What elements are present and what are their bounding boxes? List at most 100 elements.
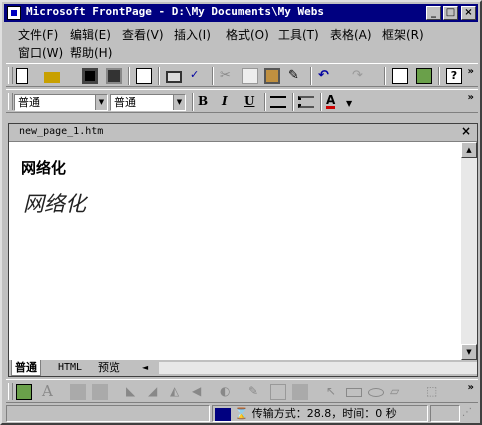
cut-icon[interactable]: ✂ (220, 68, 236, 84)
status-panel (6, 405, 210, 422)
rectangle-icon[interactable] (346, 388, 362, 397)
status-panel (430, 405, 460, 422)
toolbar-more-chevron[interactable]: » (468, 66, 474, 77)
underline-button[interactable]: U (244, 94, 254, 108)
menu-file[interactable]: 文件(F) (18, 26, 58, 43)
formatting-toolbar: 普通 ▼ 普通 ▼ B I U A ▼ » (6, 89, 478, 113)
style-select[interactable]: 普通 ▼ (14, 94, 108, 111)
network-icon (215, 407, 231, 421)
frontpage-app-icon[interactable] (7, 6, 21, 20)
menu-help[interactable]: 帮助(H) (70, 44, 112, 61)
toolbar-grip[interactable] (8, 383, 13, 400)
align-center-icon[interactable] (270, 96, 286, 108)
save-icon[interactable] (82, 68, 98, 84)
open-folder-icon[interactable] (44, 72, 60, 83)
hotspot-icon[interactable]: ⬚ (426, 384, 442, 400)
scroll-up-icon[interactable]: ▲ (461, 142, 477, 158)
copy-icon[interactable] (242, 68, 258, 84)
toolbar-separator (292, 93, 294, 111)
chevron-down-icon[interactable]: ▼ (346, 98, 352, 108)
document-window: new_page_1.htm × 网络化 网络化 ▲ ▼ 普通 HTML 预览 … (8, 123, 478, 377)
document-tab[interactable]: new_page_1.htm (19, 126, 103, 137)
menu-edit[interactable]: 编辑(E) (70, 26, 111, 43)
select-arrow-icon[interactable]: ↖ (326, 384, 342, 400)
thumbnail-icon[interactable] (70, 384, 86, 400)
chevron-down-icon[interactable]: ▼ (173, 95, 185, 110)
black-white-icon[interactable] (292, 384, 308, 400)
flip-horizontal-icon[interactable]: ◭ (170, 384, 186, 400)
close-document-icon[interactable]: × (461, 124, 471, 138)
menu-bar: 文件(F) 编辑(E) 查看(V) 插入(I) 格式(O) 工具(T) 表格(A… (6, 24, 476, 62)
status-bar: ⌛ 传输方式：28.8，时间：0 秒 ⋰ (6, 404, 478, 423)
standard-toolbar: ✓ ✂ ✎ ↶ ↷ ? » (6, 63, 478, 87)
font-select[interactable]: 普通 ▼ (110, 94, 186, 111)
toolbar-separator (192, 93, 194, 111)
toolbar-more-chevron[interactable]: » (468, 92, 474, 103)
toolbar-grip[interactable] (8, 67, 13, 84)
tab-html[interactable]: HTML (55, 360, 85, 375)
insert-component-icon[interactable] (392, 68, 408, 84)
flip-vertical-icon[interactable]: ◀ (192, 384, 208, 400)
heading-text[interactable]: 网络化 (21, 157, 66, 178)
page-editor[interactable]: 网络化 网络化 (9, 142, 461, 360)
menu-tools[interactable]: 工具(T) (278, 26, 319, 43)
chevron-down-icon[interactable]: ▼ (95, 95, 107, 110)
toolbar-separator (158, 67, 160, 85)
tab-preview[interactable]: 预览 (95, 360, 123, 375)
format-painter-icon[interactable]: ✎ (288, 68, 304, 84)
minimize-button[interactable]: _ (426, 6, 441, 20)
publish-icon[interactable] (106, 68, 122, 84)
toolbar-grip[interactable] (8, 93, 13, 110)
resize-grip-icon[interactable]: ⋰ (462, 405, 478, 422)
rotate-right-icon[interactable]: ◢ (148, 384, 164, 400)
tab-normal[interactable]: 普通 (11, 360, 41, 376)
menu-format[interactable]: 格式(O) (226, 26, 269, 43)
maximize-button[interactable]: □ (443, 6, 458, 20)
menu-view[interactable]: 查看(V) (122, 26, 164, 43)
paste-icon[interactable] (264, 68, 280, 84)
help-icon[interactable]: ? (446, 68, 462, 84)
menu-frames[interactable]: 框架(R) (382, 26, 424, 43)
menu-window[interactable]: 窗口(W) (18, 44, 63, 61)
text-icon[interactable]: A (42, 382, 58, 400)
undo-icon[interactable]: ↶ (318, 68, 334, 84)
scroll-down-icon[interactable]: ▼ (461, 344, 477, 360)
insert-picture-icon[interactable] (16, 384, 32, 400)
italic-button[interactable]: I (222, 94, 228, 108)
redo-icon[interactable]: ↷ (352, 68, 368, 84)
toolbar-more-chevron[interactable]: » (468, 382, 474, 393)
bullets-icon[interactable] (298, 96, 314, 108)
vertical-scrollbar[interactable]: ▲ ▼ (461, 142, 477, 360)
folder-list-icon[interactable] (136, 68, 152, 84)
new-page-icon[interactable] (16, 68, 28, 84)
toolbar-separator (212, 67, 214, 85)
crop-icon[interactable]: ✎ (248, 384, 264, 400)
polygon-icon[interactable]: ▱ (390, 384, 406, 400)
horizontal-scrollbar[interactable] (159, 362, 477, 374)
status-panel-transfer: ⌛ 传输方式：28.8，时间：0 秒 (212, 405, 428, 422)
menu-table[interactable]: 表格(A) (330, 26, 372, 43)
print-icon[interactable] (166, 71, 182, 83)
menu-insert[interactable]: 插入(I) (174, 26, 211, 43)
window-title: Microsoft FrontPage - D:\My Documents\My… (26, 5, 325, 18)
set-transparent-icon[interactable] (270, 384, 286, 400)
toolbar-separator (264, 93, 266, 111)
application-window: Microsoft FrontPage - D:\My Documents\My… (0, 0, 482, 425)
spelling-icon[interactable]: ✓ (190, 68, 206, 84)
insert-picture-icon[interactable] (416, 68, 432, 84)
toolbar-separator (320, 93, 322, 111)
italic-text[interactable]: 网络化 (23, 188, 86, 218)
bold-button[interactable]: B (198, 94, 208, 108)
rotate-left-icon[interactable]: ◣ (126, 384, 142, 400)
oval-icon[interactable] (368, 388, 384, 397)
thumbnail-icon[interactable] (92, 384, 108, 400)
font-color-button[interactable]: A (326, 94, 336, 109)
hourglass-icon: ⌛ (234, 407, 249, 420)
close-button[interactable]: × (461, 6, 476, 20)
scroll-left-icon[interactable]: ◄ (139, 360, 151, 375)
contrast-icon[interactable]: ◐ (220, 384, 236, 400)
title-bar[interactable]: Microsoft FrontPage - D:\My Documents\My… (4, 4, 478, 22)
toolbar-separator (310, 67, 312, 85)
toolbar-separator (128, 67, 130, 85)
toolbar-separator (438, 67, 440, 85)
